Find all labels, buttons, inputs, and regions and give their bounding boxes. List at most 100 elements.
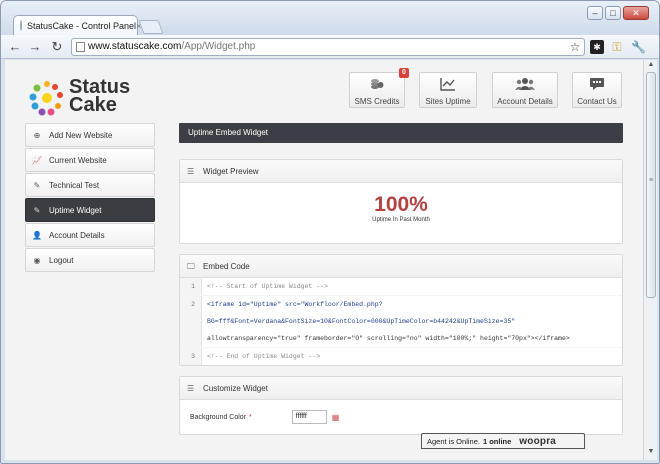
sidebar-item-add-new-website[interactable]: ⊕ Add New Website [25,123,155,147]
chart-icon: 📈 [32,155,42,165]
statuscake-logo[interactable]: Status Cake [27,77,137,118]
sidebar-nav: ⊕ Add New Website 📈 Current Website ✎ Te… [25,123,155,273]
maximize-button[interactable]: □ [605,6,621,20]
required-mark: * [249,413,252,421]
customize-widget-panel: ☰ Customize Widget Background Color * ff… [179,376,623,435]
code-text: <iframe id="Uptime" src="Workfloor/Embed… [207,301,383,308]
address-bar[interactable]: www.statuscake.com/App/Widget.php [71,38,585,56]
eye-icon: ◉ [33,255,41,265]
account-details-button[interactable]: Account Details [492,72,558,108]
favicon-icon [20,20,22,31]
menu-lines-icon: ☰ [187,383,195,393]
url-host: www.statuscake.com [88,41,182,52]
browser-toolbar: ← → ↻ www.statuscake.com/App/Widget.php … [1,35,659,59]
sidebar-item-label: Logout [49,255,74,265]
woopra-logo: woopra [519,435,557,447]
extension-icon[interactable]: ✱ [590,40,604,54]
page-icon [76,42,85,52]
sms-credits-badge: 0 [399,68,409,78]
minimize-button[interactable]: – [587,6,603,20]
sidebar-item-account-details[interactable]: 👤 Account Details [25,223,155,247]
sidebar-item-label: Current Website [49,155,107,165]
key-icon[interactable]: ⚿ [610,40,624,54]
logo-text: Status Cake [69,77,130,116]
pencil-icon: ✎ [33,205,41,215]
sidebar-item-logout[interactable]: ◉ Logout [25,248,155,272]
monitor-icon: 🖵 [187,261,195,271]
code-text: BG=fff&Font=Verdana&FontSize=10&FontColo… [207,318,516,325]
sidebar-item-current-website[interactable]: 📈 Current Website [25,148,155,172]
sidebar-item-label: Add New Website [49,130,113,140]
code-line: 1 <!-- Start of Uptime Widget --> [180,278,622,296]
reload-icon[interactable]: ↻ [49,39,65,55]
background-color-label: Background Color [190,413,247,421]
browser-tab[interactable]: StatusCake - Control Panel × [13,15,141,35]
panel-header: ☰ Customize Widget [180,377,622,400]
account-details-label: Account Details [497,97,553,106]
background-color-input[interactable]: ffffff [291,410,327,424]
sms-credits-button[interactable]: SMS Credits 0 [349,68,409,108]
embed-code-block[interactable]: 1 <!-- Start of Uptime Widget --> 2 <ifr… [180,278,622,365]
sites-uptime-label: Sites Uptime [425,97,471,106]
code-text: allowtransparency="true" frameborder="0"… [207,335,570,342]
wrench-icon[interactable]: 🔧 [631,40,646,54]
sidebar-item-label: Account Details [49,230,105,240]
sidebar-item-uptime-widget[interactable]: ✎ Uptime Widget [25,198,155,222]
speech-bubble-icon [573,77,621,95]
panel-header: 🖵 Embed Code [180,255,622,278]
sidebar-item-label: Uptime Widget [49,205,102,215]
forward-arrow-icon[interactable]: → [27,39,43,55]
background-color-row: Background Color * ffffff ▦ [180,400,622,434]
color-picker-icon[interactable]: ▦ [332,413,340,422]
users-icon [493,77,557,95]
vertical-scrollbar[interactable]: ▲ ≡ ▼ [643,60,657,460]
window-controls: – □ ✕ [585,6,649,20]
tab-strip: StatusCake - Control Panel × – □ ✕ [1,1,659,35]
new-tab-button[interactable] [138,20,164,34]
panel-title: Widget Preview [203,166,259,176]
code-line-continued: allowtransparency="true" frameborder="0"… [180,330,622,348]
sites-uptime-button[interactable]: Sites Uptime [419,72,477,108]
chat-status: Agent is Online. [427,436,480,446]
close-window-button[interactable]: ✕ [623,6,649,20]
widget-preview: 100% Uptime In Past Month [190,189,612,237]
code-line: 3 <!-- End of Uptime Widget --> [180,348,622,365]
logo-mark-icon [29,81,63,116]
sidebar-item-label: Technical Test [49,180,100,190]
browser-window: StatusCake - Control Panel × – □ ✕ ← → ↻… [0,0,660,464]
sidebar-item-technical-test[interactable]: ✎ Technical Test [25,173,155,197]
url-path: /App/Widget.php [181,41,256,52]
panel-title: Customize Widget [203,383,268,393]
chat-online-count: 1 online [482,436,512,446]
live-chat-bar[interactable]: Agent is Online. 1 online woopra [421,433,585,449]
panel-title: Embed Code [203,261,250,271]
page-title: Uptime Embed Widget [179,123,623,143]
code-text: <!-- End of Uptime Widget --> [207,353,321,360]
sms-credits-label: SMS Credits [354,97,400,106]
tab-title: StatusCake - Control Panel [27,20,137,31]
line-number: 3 [180,348,202,365]
contact-us-label: Contact Us [577,97,617,106]
line-chart-icon [420,77,476,95]
scroll-down-icon[interactable]: ▼ [646,448,656,458]
scroll-thumb[interactable]: ≡ [646,72,656,298]
embed-code-panel: 🖵 Embed Code 1 <!-- Start of Uptime Widg… [179,254,623,366]
menu-lines-icon: ☰ [187,166,195,176]
widget-preview-panel: ☰ Widget Preview 100% Uptime In Past Mon… [179,159,623,244]
scroll-up-icon[interactable]: ▲ [646,61,656,71]
code-line-continued: BG=fff&Font=Verdana&FontSize=10&FontColo… [180,313,622,330]
line-number: 2 [180,296,202,313]
star-icon[interactable]: ☆ [568,40,582,54]
code-line: 2 <iframe id="Uptime" src="Workfloor/Emb… [180,296,622,313]
coins-icon [350,77,404,95]
uptime-caption: Uptime In Past Month [372,217,430,223]
plug-icon: ⊕ [33,130,41,140]
logo-line-2: Cake [69,94,117,116]
page-viewport: Status Cake SMS Credits 0 Sites Uptime A… [5,60,643,460]
code-text: <!-- Start of Uptime Widget --> [207,283,328,290]
pencil-icon: ✎ [33,180,41,190]
line-number-blank [180,313,202,330]
back-arrow-icon[interactable]: ← [7,39,23,55]
contact-us-button[interactable]: Contact Us [572,72,622,108]
panel-header: ☰ Widget Preview [180,160,622,183]
